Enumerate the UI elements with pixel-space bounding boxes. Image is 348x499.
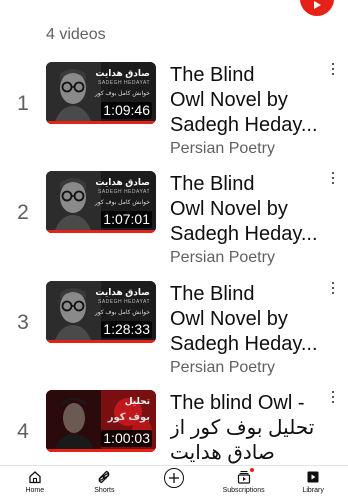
playlist-screen: 4 videos 1 صادق هدایت SADEGH HEDAYAT خوا… <box>0 0 348 499</box>
channel-name: Persian Poetry <box>170 140 275 157</box>
video-row[interactable]: 2 صادق هدایت SADEGH HEDAYAT خوانش کامل ب… <box>0 171 348 279</box>
nav-home-label: Home <box>25 487 45 494</box>
thumbnail-title: صادق هدایت <box>95 68 150 78</box>
watch-progress-bar <box>46 449 156 452</box>
more-vertical-icon[interactable] <box>328 390 338 404</box>
video-index: 1 <box>17 92 29 115</box>
thumbnail-subtitle: SADEGH HEDAYAT <box>97 189 150 195</box>
bottom-navigation: Home Shorts Subscriptions Library <box>0 465 348 499</box>
watch-progress-bar <box>46 340 156 343</box>
video-title-line: Sadegh Heday... <box>170 114 318 136</box>
notification-badge <box>248 467 255 473</box>
video-row[interactable]: 3 صادق هدایت SADEGH HEDAYAT خوانش کامل ب… <box>0 281 348 389</box>
nav-subscriptions-label: Subscriptions <box>222 487 265 494</box>
video-title-line: Owl Novel by <box>170 198 288 220</box>
plus-icon <box>163 468 184 488</box>
video-title-line: Sadegh Heday... <box>170 333 318 355</box>
nav-library-label: Library <box>302 487 324 494</box>
video-title-line: Owl Novel by <box>170 308 288 330</box>
video-title-line: صادق هدایت <box>170 442 275 464</box>
home-icon <box>27 469 43 485</box>
video-title-line: The Blind <box>170 173 255 195</box>
more-vertical-icon[interactable] <box>328 171 338 185</box>
video-index: 3 <box>17 311 29 334</box>
video-thumbnail[interactable]: صادق هدایت SADEGH HEDAYAT خوانش کامل بوف… <box>46 62 156 124</box>
video-thumbnail[interactable]: تحلیل بوف کور 1:00:03 <box>46 390 156 452</box>
nav-shorts[interactable]: Shorts <box>70 466 140 499</box>
nav-library[interactable]: Library <box>278 466 348 499</box>
video-index: 2 <box>17 201 29 224</box>
thumbnail-title: صادق هدایت <box>95 177 150 187</box>
thumbnail-title: صادق هدایت <box>95 287 150 297</box>
thumbnail-caption: خوانش کامل بوف کور <box>94 310 150 316</box>
more-vertical-icon[interactable] <box>328 281 338 295</box>
watch-progress-bar <box>46 230 156 233</box>
video-duration: 1:28:33 <box>101 321 152 338</box>
youtube-fab-button[interactable] <box>300 0 334 16</box>
thumbnail-caption: بوف کور <box>107 412 150 423</box>
thumbnail-caption: خوانش کامل بوف کور <box>94 200 150 206</box>
shorts-icon <box>96 469 112 485</box>
video-title-line: تحلیل بوف کور از <box>170 417 315 439</box>
video-title-line: The Blind <box>170 64 255 86</box>
video-duration: 1:07:01 <box>101 211 152 228</box>
thumbnail-subtitle: SADEGH HEDAYAT <box>97 80 150 86</box>
video-title[interactable]: The blind Owl - تحلیل بوف کور از صادق هد… <box>170 391 320 466</box>
channel-name: Persian Poetry <box>170 359 275 376</box>
nav-create[interactable] <box>139 466 209 499</box>
video-duration: 1:00:03 <box>101 430 152 447</box>
video-thumbnail[interactable]: صادق هدایت SADEGH HEDAYAT خوانش کامل بوف… <box>46 281 156 343</box>
thumbnail-caption: خوانش کامل بوف کور <box>94 91 150 97</box>
video-title-line: Owl Novel by <box>170 89 288 111</box>
video-count: 4 videos <box>46 26 106 43</box>
video-title[interactable]: The Blind Owl Novel by Sadegh Heday... <box>170 172 320 247</box>
video-title-line: The Blind <box>170 283 255 305</box>
video-title[interactable]: The Blind Owl Novel by Sadegh Heday... <box>170 63 320 138</box>
thumbnail-subtitle: SADEGH HEDAYAT <box>97 299 150 305</box>
video-thumbnail[interactable]: صادق هدایت SADEGH HEDAYAT خوانش کامل بوف… <box>46 171 156 233</box>
video-title-line: The blind Owl - <box>170 392 305 414</box>
library-icon <box>305 469 321 485</box>
nav-subscriptions[interactable]: Subscriptions <box>209 466 279 499</box>
nav-shorts-label: Shorts <box>94 487 115 494</box>
video-duration: 1:09:46 <box>101 102 152 119</box>
subscriptions-icon <box>236 467 255 485</box>
video-title[interactable]: The Blind Owl Novel by Sadegh Heday... <box>170 282 320 357</box>
channel-name: Persian Poetry <box>170 249 275 266</box>
watch-progress-bar <box>46 121 156 124</box>
nav-home[interactable]: Home <box>0 466 70 499</box>
more-vertical-icon[interactable] <box>328 62 338 76</box>
video-index: 4 <box>17 420 29 443</box>
video-title-line: Sadegh Heday... <box>170 223 318 245</box>
video-row[interactable]: 1 صادق هدایت SADEGH HEDAYAT خوانش کامل ب… <box>0 62 348 170</box>
thumbnail-title: تحلیل <box>124 396 150 406</box>
youtube-play-icon <box>314 1 321 9</box>
